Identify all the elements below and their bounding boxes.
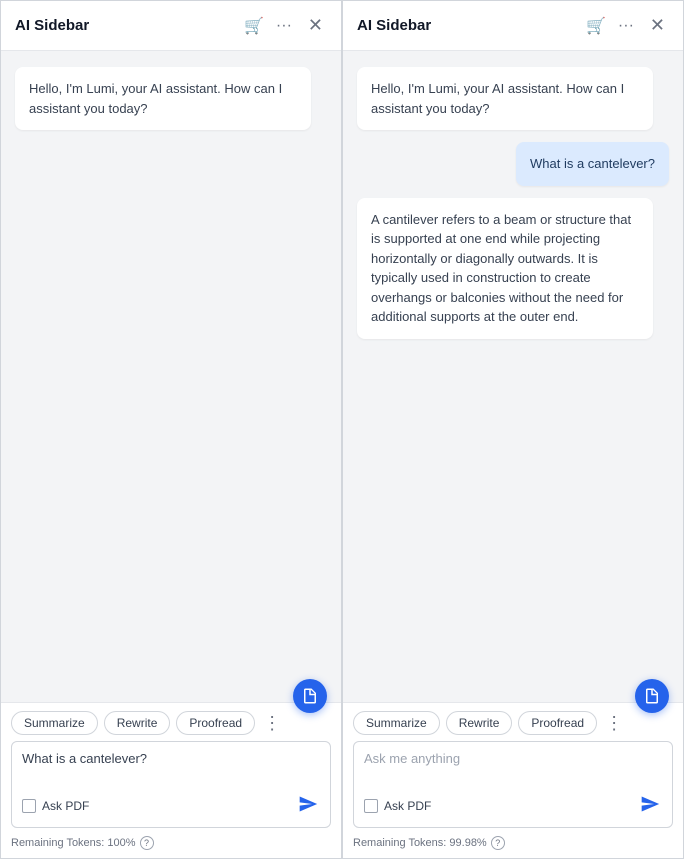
left-sidebar-title: AI Sidebar bbox=[15, 17, 236, 34]
left-input-bottom-row: Ask PDF bbox=[22, 792, 320, 819]
right-ask-pdf-checkbox[interactable] bbox=[364, 799, 378, 813]
proofread-button-left[interactable]: Proofread bbox=[176, 711, 255, 735]
more-actions-left[interactable]: ⋮ bbox=[263, 714, 281, 732]
float-doc-button[interactable] bbox=[293, 679, 327, 713]
right-assistant-message-1: Hello, I'm Lumi, your AI assistant. How … bbox=[357, 67, 653, 130]
summarize-button-left[interactable]: Summarize bbox=[11, 711, 98, 735]
left-bottom-area: Summarize Rewrite Proofread ⋮ What is a … bbox=[1, 702, 341, 858]
right-user-message: What is a cantelever? bbox=[516, 142, 669, 186]
left-chat-area: Hello, I'm Lumi, your AI assistant. How … bbox=[1, 51, 341, 702]
left-quick-actions: Summarize Rewrite Proofread ⋮ bbox=[11, 711, 331, 735]
rewrite-button-right[interactable]: Rewrite bbox=[446, 711, 513, 735]
right-quick-actions: Summarize Rewrite Proofread ⋮ bbox=[353, 711, 673, 735]
left-ask-pdf-label[interactable]: Ask PDF bbox=[22, 799, 89, 813]
left-sidebar-header: AI Sidebar 🛒 ··· ✕ bbox=[1, 1, 341, 51]
right-bottom-area: Summarize Rewrite Proofread ⋮ Ask PDF Re… bbox=[343, 702, 683, 858]
more-icon[interactable]: ··· bbox=[272, 15, 296, 37]
more-actions-right[interactable]: ⋮ bbox=[605, 714, 623, 732]
right-float-doc-button[interactable] bbox=[635, 679, 669, 713]
right-input-bottom-row: Ask PDF bbox=[364, 792, 662, 819]
right-input-container: Ask PDF bbox=[353, 741, 673, 828]
rewrite-button-left[interactable]: Rewrite bbox=[104, 711, 171, 735]
left-help-icon[interactable]: ? bbox=[140, 836, 154, 850]
left-input-field[interactable]: What is a cantelever? bbox=[22, 750, 320, 786]
right-chat-area: Hello, I'm Lumi, your AI assistant. How … bbox=[343, 51, 683, 702]
left-send-button[interactable] bbox=[296, 792, 320, 819]
right-assistant-message-2: A cantilever refers to a beam or structu… bbox=[357, 198, 653, 339]
left-ask-pdf-checkbox[interactable] bbox=[22, 799, 36, 813]
summarize-button-right[interactable]: Summarize bbox=[353, 711, 440, 735]
right-tokens-row: Remaining Tokens: 99.98% ? bbox=[353, 834, 673, 854]
close-icon[interactable]: ✕ bbox=[304, 13, 327, 38]
right-sidebar-title: AI Sidebar bbox=[357, 17, 578, 34]
left-input-container: What is a cantelever? Ask PDF bbox=[11, 741, 331, 828]
right-sidebar: AI Sidebar 🛒 ··· ✕ Hello, I'm Lumi, your… bbox=[342, 0, 684, 859]
proofread-button-right[interactable]: Proofread bbox=[518, 711, 597, 735]
left-tokens-row: Remaining Tokens: 100% ? bbox=[11, 834, 331, 854]
cart-icon[interactable]: 🛒 bbox=[244, 16, 264, 36]
right-input-field[interactable] bbox=[364, 750, 662, 786]
right-send-button[interactable] bbox=[638, 792, 662, 819]
right-cart-icon[interactable]: 🛒 bbox=[586, 16, 606, 36]
right-help-icon[interactable]: ? bbox=[491, 836, 505, 850]
right-sidebar-header: AI Sidebar 🛒 ··· ✕ bbox=[343, 1, 683, 51]
right-close-icon[interactable]: ✕ bbox=[646, 13, 669, 38]
left-sidebar: AI Sidebar 🛒 ··· ✕ Hello, I'm Lumi, your… bbox=[0, 0, 342, 859]
right-ask-pdf-label[interactable]: Ask PDF bbox=[364, 799, 431, 813]
assistant-message: Hello, I'm Lumi, your AI assistant. How … bbox=[15, 67, 311, 130]
right-more-icon[interactable]: ··· bbox=[614, 15, 638, 37]
